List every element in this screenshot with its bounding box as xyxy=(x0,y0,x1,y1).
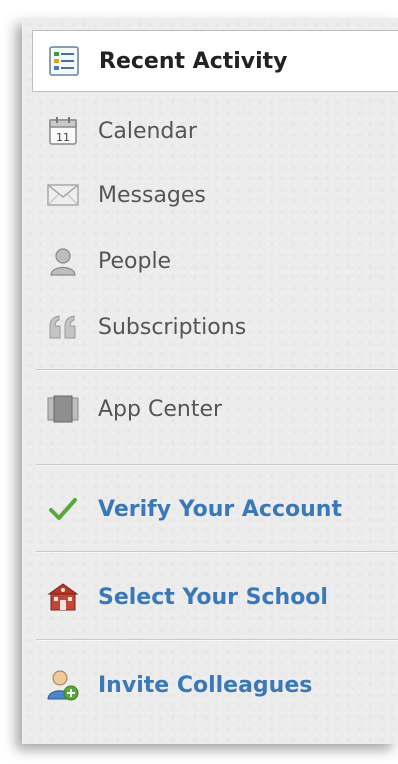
school-icon xyxy=(46,580,80,614)
verify-account-label: Verify Your Account xyxy=(98,496,342,522)
envelope-icon xyxy=(46,178,80,212)
recent-activity-icon xyxy=(47,44,81,78)
invite-colleagues-link[interactable]: Invite Colleagues xyxy=(22,654,398,716)
sidebar-item-label: Recent Activity xyxy=(99,48,288,74)
select-school-link[interactable]: Select Your School xyxy=(22,566,398,628)
divider xyxy=(36,369,398,371)
person-icon xyxy=(46,244,80,278)
sidebar-item-subscriptions[interactable]: Subscriptions xyxy=(22,296,398,358)
quote-icon xyxy=(46,310,80,344)
sidebar-item-label: Messages xyxy=(98,182,206,208)
calendar-day: 11 xyxy=(56,131,70,144)
invite-colleagues-label: Invite Colleagues xyxy=(98,672,313,698)
divider xyxy=(36,551,398,553)
sidebar-panel: Recent Activity 11 Calendar Messages Peo… xyxy=(22,18,398,744)
sidebar-item-label: App Center xyxy=(98,396,223,422)
sidebar-item-calendar[interactable]: 11 Calendar xyxy=(22,100,398,162)
verify-account-link[interactable]: Verify Your Account xyxy=(22,478,398,540)
sidebar-item-label: People xyxy=(98,248,172,274)
sidebar-item-people[interactable]: People xyxy=(22,230,398,292)
sidebar-item-label: Subscriptions xyxy=(98,314,247,340)
app-center-icon xyxy=(46,392,80,426)
page: Recent Activity 11 Calendar Messages Peo… xyxy=(0,0,398,764)
select-school-label: Select Your School xyxy=(98,584,328,610)
sidebar-item-app-center[interactable]: App Center xyxy=(22,378,398,440)
calendar-icon: 11 xyxy=(46,114,80,148)
sidebar-item-label: Calendar xyxy=(98,118,197,144)
divider xyxy=(36,639,398,641)
add-user-icon xyxy=(46,668,80,702)
sidebar-item-recent-activity[interactable]: Recent Activity xyxy=(32,30,398,92)
divider xyxy=(36,464,398,466)
sidebar-item-messages[interactable]: Messages xyxy=(22,164,398,226)
checkmark-icon xyxy=(46,492,80,526)
